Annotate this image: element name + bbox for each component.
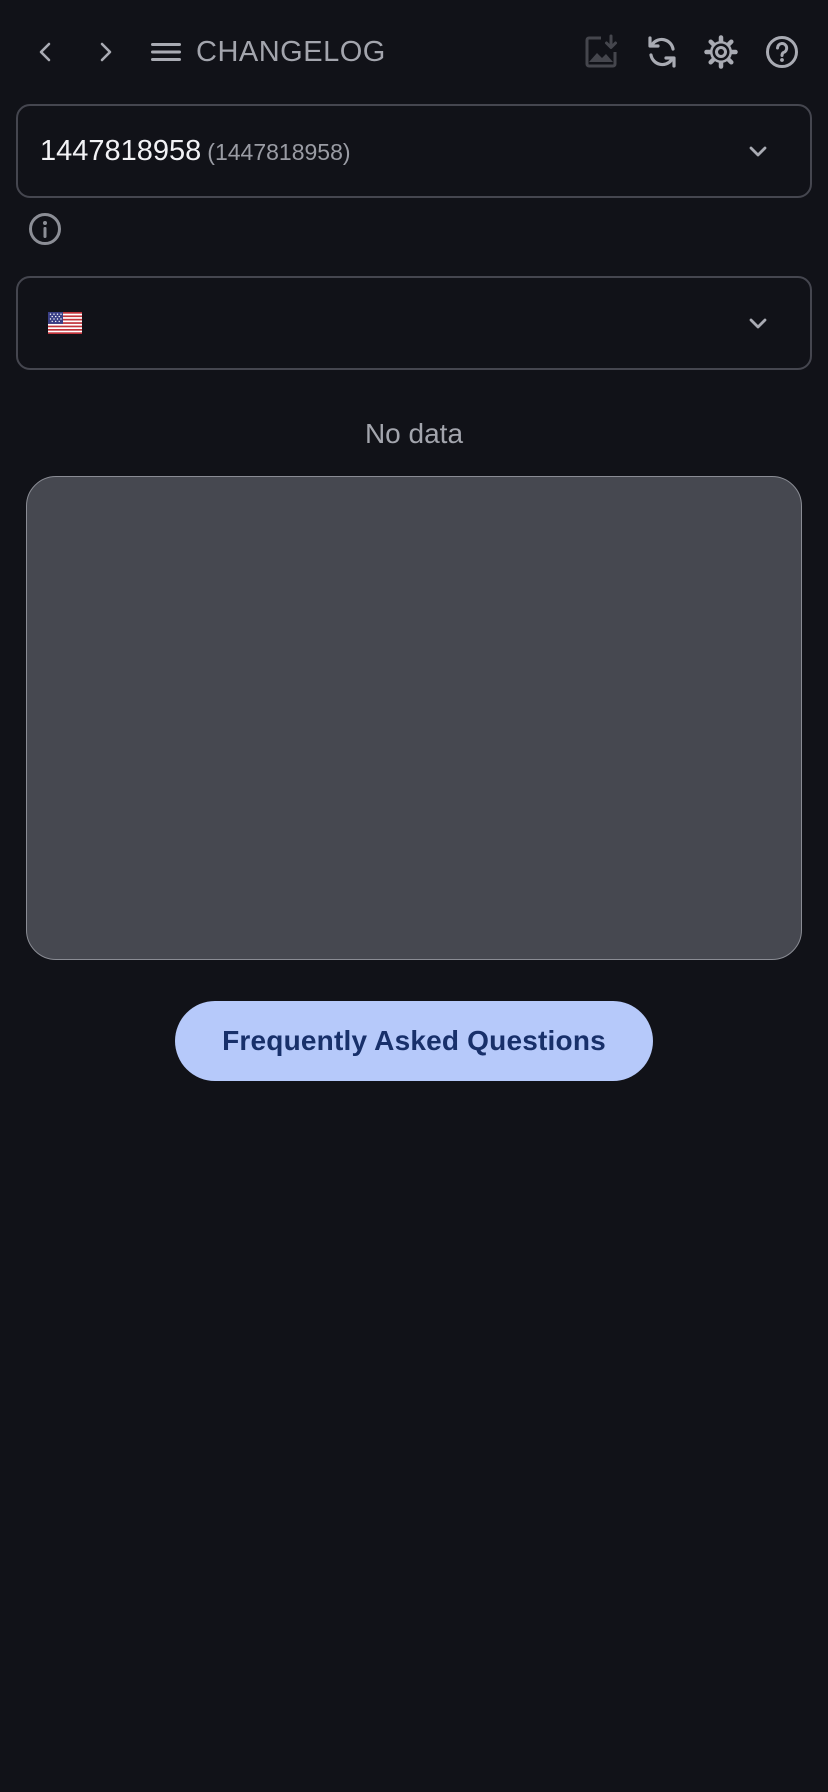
content-placeholder-card (26, 476, 802, 960)
settings-button[interactable] (697, 28, 745, 76)
chevron-down-icon (749, 318, 767, 329)
us-flag-icon (48, 312, 82, 334)
app-id: 1447818958 (40, 135, 202, 167)
refresh-button[interactable] (638, 28, 686, 76)
empty-state-text: No data (364, 418, 464, 449)
app-select-value: 1447818958 (1447818958) (40, 106, 351, 196)
menu-icon (151, 43, 181, 61)
forward-button[interactable] (81, 28, 129, 76)
back-button[interactable] (22, 28, 70, 76)
country-select[interactable] (16, 276, 812, 370)
chevron-down-icon (749, 146, 767, 157)
menu-button[interactable] (142, 28, 190, 76)
chevron-right-icon (100, 42, 112, 62)
chevron-left-icon (39, 42, 51, 62)
top-toolbar: CHANGELOG (0, 0, 828, 104)
save-image-button[interactable] (577, 28, 625, 76)
app-id-secondary: (1447818958) (207, 139, 351, 165)
help-circle-icon (766, 36, 798, 68)
refresh-icon (648, 36, 676, 68)
faq-button[interactable]: Frequently Asked Questions (175, 1001, 653, 1081)
help-button[interactable] (758, 28, 806, 76)
info-icon[interactable] (28, 212, 62, 246)
gear-icon (704, 35, 738, 69)
page-title: CHANGELOG (196, 36, 386, 68)
app-select[interactable]: 1447818958 (1447818958) (16, 104, 812, 198)
image-download-icon (585, 34, 617, 68)
